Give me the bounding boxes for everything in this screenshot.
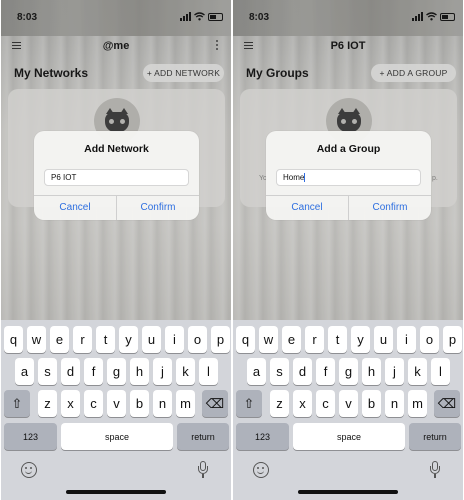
key-d[interactable]: d (293, 358, 312, 385)
key-z[interactable]: z (38, 390, 57, 417)
shift-key[interactable]: ⇧ (4, 390, 30, 417)
key-f[interactable]: f (316, 358, 335, 385)
input-value: P6 IOT (51, 173, 77, 182)
key-s[interactable]: s (270, 358, 289, 385)
key-p[interactable]: p (211, 326, 230, 353)
emoji-icon[interactable] (253, 462, 269, 478)
key-q[interactable]: q (4, 326, 23, 353)
numbers-key[interactable]: 123 (4, 423, 57, 450)
key-p[interactable]: p (443, 326, 462, 353)
group-name-input[interactable]: Home (276, 169, 421, 186)
key-f[interactable]: f (84, 358, 103, 385)
cancel-button[interactable]: Cancel (34, 195, 116, 220)
key-m[interactable]: m (408, 390, 427, 417)
key-t[interactable]: t (328, 326, 347, 353)
key-x[interactable]: x (293, 390, 312, 417)
confirm-button[interactable]: Confirm (117, 195, 199, 220)
key-d[interactable]: d (61, 358, 80, 385)
key-w[interactable]: w (259, 326, 278, 353)
numbers-key[interactable]: 123 (236, 423, 289, 450)
backspace-icon: ⌫ (205, 395, 225, 411)
key-b[interactable]: b (362, 390, 381, 417)
microphone-icon[interactable] (430, 461, 440, 479)
key-y[interactable]: y (119, 326, 138, 353)
key-g[interactable]: g (339, 358, 358, 385)
home-indicator (298, 490, 398, 494)
key-u[interactable]: u (142, 326, 161, 353)
emoji-icon[interactable] (21, 462, 37, 478)
key-x[interactable]: x (61, 390, 80, 417)
key-n[interactable]: n (153, 390, 172, 417)
key-c[interactable]: c (316, 390, 335, 417)
key-m[interactable]: m (176, 390, 195, 417)
key-i[interactable]: i (397, 326, 416, 353)
key-q[interactable]: q (236, 326, 255, 353)
key-v[interactable]: v (339, 390, 358, 417)
key-e[interactable]: e (282, 326, 301, 353)
key-k[interactable]: k (176, 358, 195, 385)
cancel-button[interactable]: Cancel (266, 195, 348, 220)
key-v[interactable]: v (107, 390, 126, 417)
space-key[interactable]: space (293, 423, 405, 450)
add-group-dialog: Add a Group Home Cancel Confirm (266, 131, 431, 220)
input-value: Home (283, 173, 305, 182)
dialog-title: Add a Group (316, 143, 381, 155)
key-h[interactable]: h (130, 358, 149, 385)
key-j[interactable]: j (385, 358, 404, 385)
key-z[interactable]: z (270, 390, 289, 417)
shift-icon: ⇧ (11, 395, 23, 411)
key-e[interactable]: e (50, 326, 69, 353)
return-key[interactable]: return (177, 423, 229, 450)
text-caret (304, 173, 306, 182)
key-l[interactable]: l (199, 358, 218, 385)
confirm-button[interactable]: Confirm (349, 195, 431, 220)
return-key[interactable]: return (409, 423, 461, 450)
key-l[interactable]: l (431, 358, 450, 385)
key-r[interactable]: r (305, 326, 324, 353)
delete-key[interactable]: ⌫ (202, 390, 228, 417)
network-name-input[interactable]: P6 IOT (44, 169, 189, 186)
key-a[interactable]: a (247, 358, 266, 385)
home-indicator (66, 490, 166, 494)
microphone-icon[interactable] (198, 461, 208, 479)
key-u[interactable]: u (374, 326, 393, 353)
add-network-dialog: Add Network P6 IOT Cancel Confirm (34, 131, 199, 220)
key-c[interactable]: c (84, 390, 103, 417)
key-n[interactable]: n (385, 390, 404, 417)
phone-screen-add-group: 8:03 P6 IOT My Groups + ADD A GROUP Yo p… (233, 0, 463, 500)
key-y[interactable]: y (351, 326, 370, 353)
key-i[interactable]: i (165, 326, 184, 353)
key-g[interactable]: g (107, 358, 126, 385)
phone-screen-add-network: 8:03 @me My Networks + ADD NETWORK Add N… (1, 0, 231, 500)
key-o[interactable]: o (420, 326, 439, 353)
delete-key[interactable]: ⌫ (434, 390, 460, 417)
key-w[interactable]: w (27, 326, 46, 353)
shift-key[interactable]: ⇧ (236, 390, 262, 417)
key-h[interactable]: h (362, 358, 381, 385)
key-r[interactable]: r (73, 326, 92, 353)
key-b[interactable]: b (130, 390, 149, 417)
key-o[interactable]: o (188, 326, 207, 353)
shift-icon: ⇧ (243, 395, 255, 411)
space-key[interactable]: space (61, 423, 173, 450)
key-a[interactable]: a (15, 358, 34, 385)
key-j[interactable]: j (153, 358, 172, 385)
key-t[interactable]: t (96, 326, 115, 353)
key-k[interactable]: k (408, 358, 427, 385)
dialog-title: Add Network (84, 143, 149, 155)
backspace-icon: ⌫ (437, 395, 457, 411)
key-s[interactable]: s (38, 358, 57, 385)
